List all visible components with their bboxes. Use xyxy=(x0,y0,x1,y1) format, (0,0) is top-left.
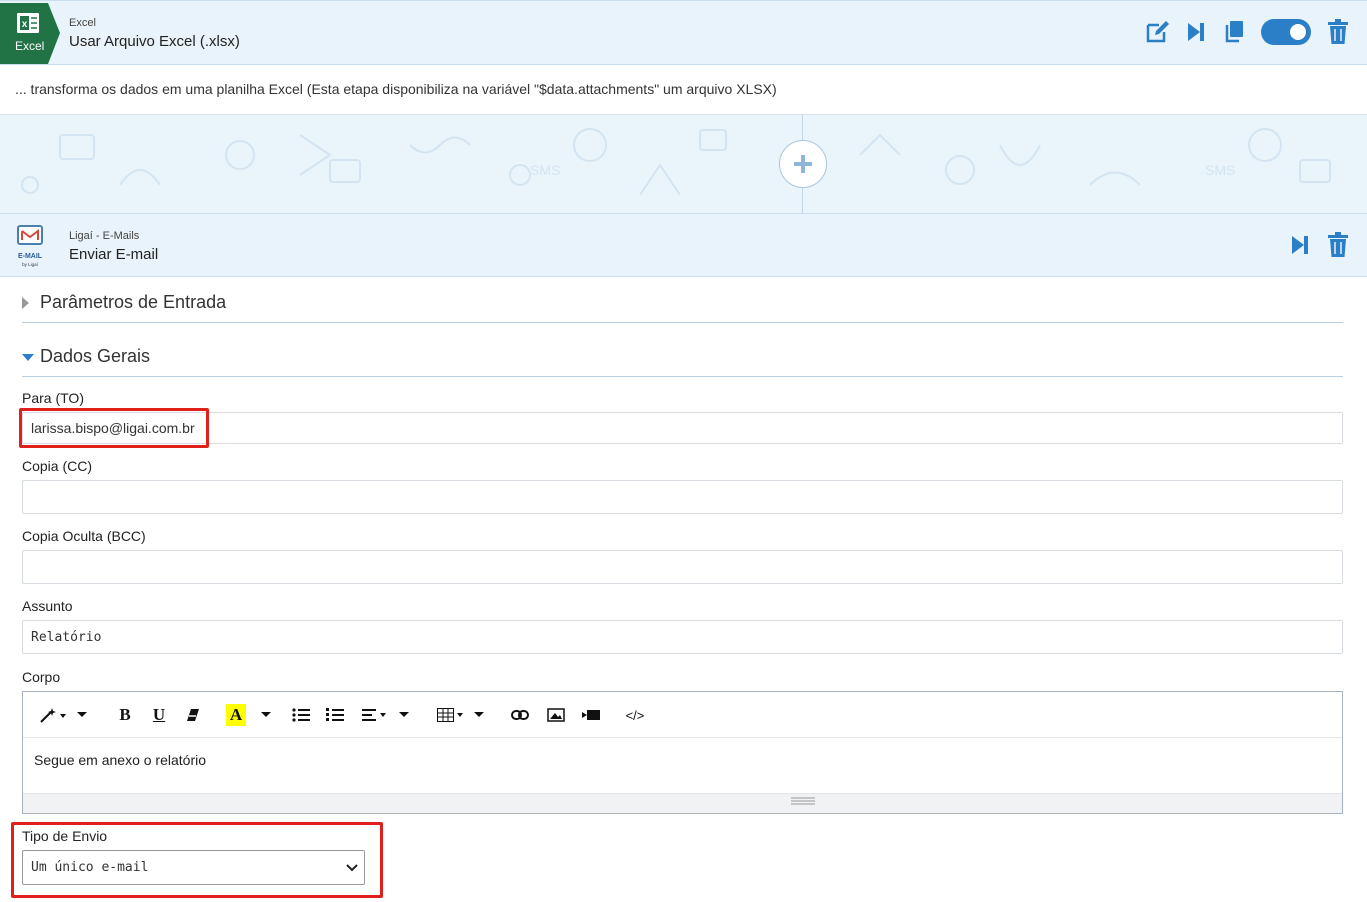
body-editor: B U A </> Segue em anexo o relatório xyxy=(22,691,1343,814)
magic-icon[interactable] xyxy=(37,704,71,726)
toggle-switch[interactable] xyxy=(1261,19,1311,45)
editor-resize-handle[interactable] xyxy=(23,793,1342,813)
body-content[interactable]: Segue em anexo o relatório xyxy=(34,752,206,768)
svg-text:SMS: SMS xyxy=(1205,162,1235,178)
send-type-select[interactable]: Um único e-mail xyxy=(22,850,365,885)
email-logo-text: E-MAIL xyxy=(18,253,43,260)
excel-step-header: x Excel Excel Usar Arquivo Excel (.xlsx) xyxy=(0,0,1367,65)
table-dropdown-icon[interactable] xyxy=(472,704,486,726)
bcc-input[interactable] xyxy=(22,550,1343,584)
excel-badge-label: Excel xyxy=(15,39,45,53)
bold-icon[interactable]: B xyxy=(115,704,135,726)
image-icon[interactable] xyxy=(545,704,567,726)
excel-step-description: ... transforma os dados em uma planilha … xyxy=(15,81,777,97)
excel-step-actions xyxy=(1145,17,1351,47)
flow-connector-area: SMS SMS xyxy=(0,115,1367,213)
svg-text:x: x xyxy=(22,19,28,30)
cc-input[interactable] xyxy=(22,480,1343,514)
grip-icon xyxy=(791,797,815,805)
style-dropdown-icon[interactable] xyxy=(75,704,89,726)
email-logo: E-MAIL by Ligaí xyxy=(14,224,46,270)
video-icon[interactable] xyxy=(580,704,602,726)
section-general-data[interactable]: Dados Gerais xyxy=(22,342,1343,377)
skip-icon[interactable] xyxy=(1287,230,1313,260)
underline-icon[interactable]: U xyxy=(149,704,169,726)
add-step-button[interactable] xyxy=(779,140,827,188)
send-type-label: Tipo de Envio xyxy=(22,828,108,844)
to-input[interactable]: larissa.bispo@ligai.com.br xyxy=(22,412,1343,444)
to-label: Para (TO) xyxy=(22,390,84,406)
section-input-params[interactable]: Parâmetros de Entrada xyxy=(22,288,1343,323)
editor-toolbar: B U A </> xyxy=(23,692,1342,738)
email-step-subtitle: Ligaí - E-Mails xyxy=(69,230,140,242)
svg-text:SMS: SMS xyxy=(530,162,560,178)
caret-down-icon xyxy=(22,354,34,361)
caret-right-icon xyxy=(22,297,29,309)
skip-icon[interactable] xyxy=(1183,17,1209,47)
paragraph-dropdown-icon[interactable] xyxy=(397,704,411,726)
subject-label: Assunto xyxy=(22,598,73,614)
email-logo-subtext: by Ligaí xyxy=(22,262,39,267)
body-label: Corpo xyxy=(22,669,61,685)
eraser-icon[interactable] xyxy=(183,704,203,726)
subject-input[interactable]: Relatório xyxy=(22,620,1343,654)
send-type-value: Um único e-mail xyxy=(31,860,149,875)
background-doodle-pattern: SMS SMS xyxy=(21,128,1331,196)
table-icon[interactable] xyxy=(436,704,466,726)
font-color-icon[interactable]: A xyxy=(226,704,246,726)
email-step-actions xyxy=(1287,230,1351,260)
trash-icon[interactable] xyxy=(1325,230,1351,260)
bcc-label: Copia Oculta (BCC) xyxy=(22,528,146,544)
email-step-title: Enviar E-mail xyxy=(69,246,159,263)
excel-step-title: Usar Arquivo Excel (.xlsx) xyxy=(69,33,240,50)
link-icon[interactable] xyxy=(509,704,531,726)
excel-step-description-bar: ... transforma os dados em uma planilha … xyxy=(0,65,1367,115)
font-color-dropdown-icon[interactable] xyxy=(259,704,273,726)
trash-icon[interactable] xyxy=(1325,17,1351,47)
excel-logo: x Excel xyxy=(0,3,62,64)
cc-label: Copia (CC) xyxy=(22,458,93,474)
unordered-list-icon[interactable] xyxy=(290,704,312,726)
email-step-header: E-MAIL by Ligaí Ligaí - E-Mails Enviar E… xyxy=(0,213,1367,277)
chevron-down-icon xyxy=(346,864,358,872)
copy-icon[interactable] xyxy=(1221,17,1247,47)
excel-step-subtitle: Excel xyxy=(69,17,96,29)
edit-icon[interactable] xyxy=(1145,17,1171,47)
align-icon[interactable] xyxy=(361,704,391,726)
ordered-list-icon[interactable] xyxy=(324,704,346,726)
section-title-general-data: Dados Gerais xyxy=(40,346,151,366)
code-view-icon[interactable]: </> xyxy=(621,704,649,726)
plus-icon xyxy=(794,155,812,173)
section-title-input-params: Parâmetros de Entrada xyxy=(40,292,227,312)
